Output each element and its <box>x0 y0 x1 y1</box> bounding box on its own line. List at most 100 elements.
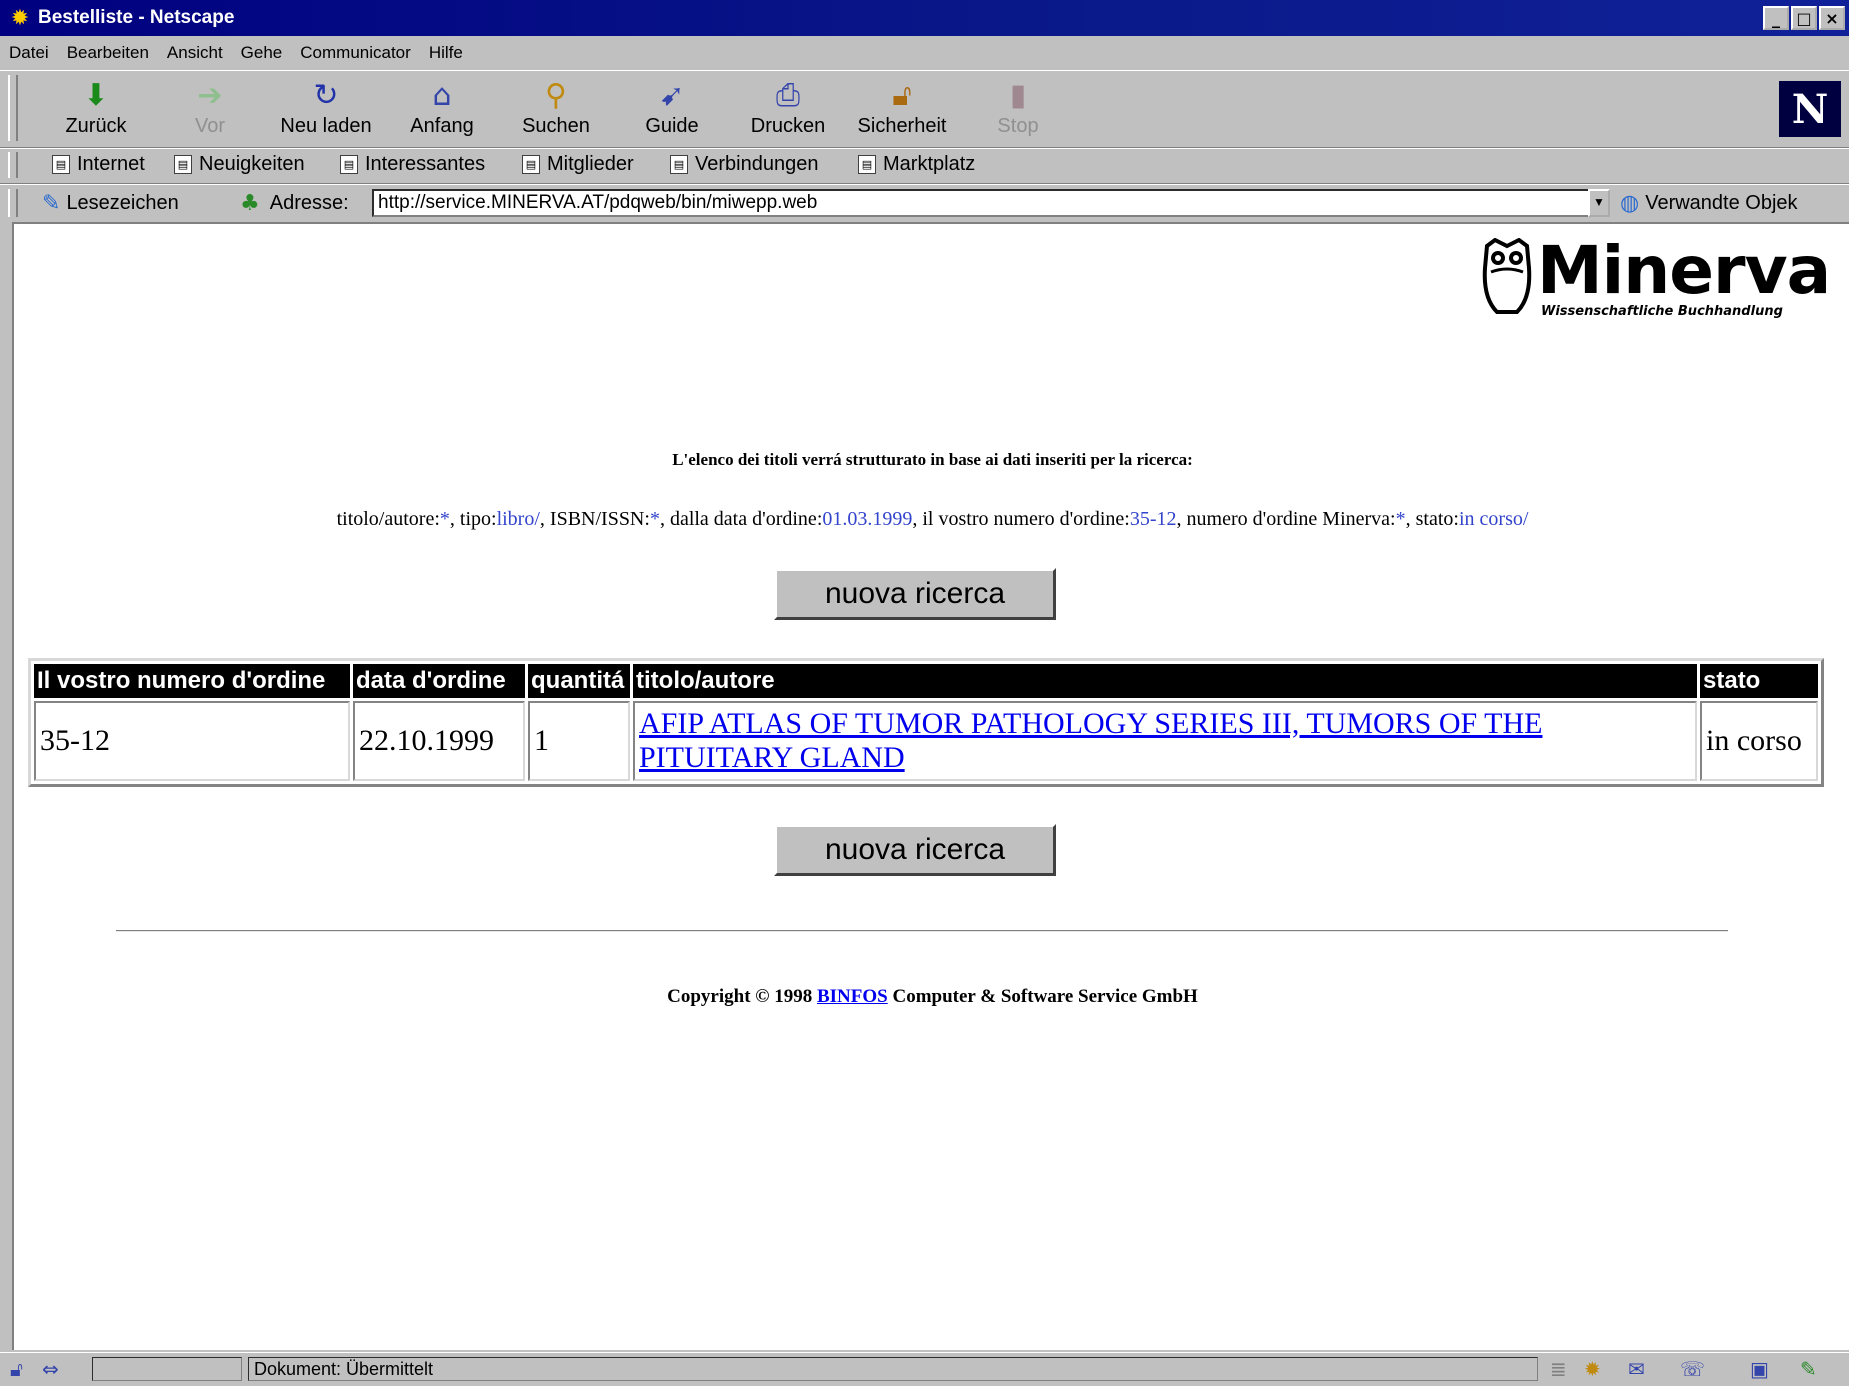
netscape-app-icon[interactable]: ✹ <box>8 6 32 30</box>
criteria-label: ISBN/ISSN: <box>549 508 650 530</box>
connection-status-icon: ⇔ <box>42 1357 59 1381</box>
title-link[interactable]: AFIP ATLAS OF TUMOR PATHOLOGY SERIES III… <box>639 707 1542 774</box>
personal-toolbar: ▤ Internet ▤ Neuigkeiten ▤ Interessantes ▤ M… <box>0 148 1849 184</box>
bookmarks-button[interactable]: ✎ Lesezeichen <box>42 191 179 216</box>
security-button[interactable]: 🔓︎ Sicherheit <box>852 77 952 138</box>
status-text: Dokument: Übermittelt <box>254 1359 434 1379</box>
url-dropdown-button[interactable]: ▼ <box>1588 189 1610 217</box>
bookmark-icon: ▤ <box>522 155 540 174</box>
lock-icon: 🔓︎ <box>892 78 912 113</box>
security-status-icon[interactable]: 🔓︎ <box>10 1357 23 1381</box>
reload-label: Neu laden <box>280 115 372 137</box>
bookmark-verbindungen[interactable]: ▤ Verbindungen <box>670 153 818 176</box>
address-label: Adresse: <box>269 192 349 214</box>
col-order-number: Il vostro numero d'ordine <box>34 664 350 698</box>
menu-hilfe[interactable]: Hilfe <box>420 43 472 63</box>
mail-icon[interactable]: ✉ <box>1628 1357 1645 1381</box>
forward-label: Vor <box>194 115 226 137</box>
bookmarks-icon: ✎ <box>42 191 61 216</box>
criteria-label: il vostro numero d'ordine: <box>922 508 1130 530</box>
search-icon: ⚲ <box>545 78 567 113</box>
bookmark-internet[interactable]: ▤ Internet <box>52 153 145 176</box>
new-search-button-bottom[interactable]: nuova ricerca <box>774 824 1056 876</box>
bookmark-mitglieder[interactable]: ▤ Mitglieder <box>522 153 634 176</box>
url-field[interactable]: http://service.MINERVA.AT/pdqweb/bin/miw… <box>372 189 1590 217</box>
minimize-button[interactable]: _ <box>1763 6 1789 30</box>
print-label: Drucken <box>750 115 826 137</box>
menu-communicator[interactable]: Communicator <box>291 43 420 63</box>
chevron-down-icon: ▼ <box>1593 195 1605 209</box>
bookmark-icon: ▤ <box>858 155 876 174</box>
criteria-value: libro/ <box>496 508 540 530</box>
bookmark-label: Marktplatz <box>883 153 976 175</box>
criteria-value: 01.03.1999 <box>822 508 913 530</box>
results-intro: L'elenco dei titoli verrá strutturato in… <box>672 450 1193 469</box>
menu-datei[interactable]: Datei <box>0 43 58 63</box>
criteria-separator: , <box>659 508 670 530</box>
location-toolbar: ✎ Lesezeichen ♣ Adresse: http://service.… <box>0 184 1849 221</box>
bookmarks-label: Lesezeichen <box>66 192 179 214</box>
toolbar-grip[interactable] <box>8 189 18 217</box>
bookmark-interessantes[interactable]: ▤ Interessantes <box>340 153 485 176</box>
bookmark-marktplatz[interactable]: ▤ Marktplatz <box>858 153 975 176</box>
bookmark-label: Mitglieder <box>547 153 634 175</box>
menu-bearbeiten[interactable]: Bearbeiten <box>58 43 158 63</box>
home-button[interactable]: ⌂ Anfang <box>392 77 492 138</box>
forward-button[interactable]: ➔ Vor <box>160 77 260 138</box>
back-button[interactable]: ⬇ Zurück <box>46 77 146 138</box>
composer-icon[interactable]: ▣ <box>1750 1357 1769 1381</box>
maximize-button[interactable]: □ <box>1791 6 1817 30</box>
component-bar-grip-icon[interactable]: ≣ <box>1550 1357 1567 1381</box>
criteria-label: tipo: <box>459 508 497 530</box>
bookmark-icon: ▤ <box>340 155 358 174</box>
bookmark-label: Neuigkeiten <box>199 153 305 175</box>
menu-gehe[interactable]: Gehe <box>232 43 292 63</box>
close-button[interactable]: × <box>1819 6 1845 30</box>
stop-button[interactable]: ▮ Stop <box>968 77 1068 138</box>
logo-wordmark: Minerva <box>1537 232 1831 309</box>
guide-button[interactable]: ➹ Guide <box>622 77 722 138</box>
guide-icon: ➹ <box>659 78 685 113</box>
col-status: stato <box>1700 664 1818 698</box>
criteria-value: in corso/ <box>1458 508 1529 530</box>
window-title-bar[interactable]: ✹ Bestelliste - Netscape _ □ × <box>0 0 1849 36</box>
window-title: Bestelliste - Netscape <box>38 7 235 28</box>
copyright-prefix: Copyright © 1998 <box>667 986 817 1007</box>
reload-button[interactable]: ↻ Neu laden <box>276 77 376 138</box>
title-author-cell: AFIP ATLAS OF TUMOR PATHOLOGY SERIES III… <box>633 701 1697 781</box>
criteria-value: * <box>649 508 660 530</box>
criteria-separator: , <box>1405 508 1416 530</box>
page-content[interactable]: Minerva Wissenschaftliche Buchhandlung L… <box>12 222 1849 1350</box>
copyright-notice: Copyright © 1998 BINFOS Computer & Softw… <box>14 986 1849 1008</box>
new-search-button-top[interactable]: nuova ricerca <box>774 568 1056 620</box>
criteria-separator: , <box>539 508 550 530</box>
netscape-logo[interactable]: N <box>1779 81 1841 137</box>
criteria-value: * <box>439 508 450 530</box>
criteria-separator: , <box>912 508 923 530</box>
navigator-icon[interactable]: ✹ <box>1584 1357 1601 1381</box>
menu-ansicht[interactable]: Ansicht <box>158 43 232 63</box>
bookmark-neuigkeiten[interactable]: ▤ Neuigkeiten <box>174 153 305 176</box>
print-button[interactable]: ⎙ Drucken <box>738 77 838 138</box>
security-label: Sicherheit <box>857 115 947 137</box>
back-arrow-icon: ⬇ <box>83 78 109 113</box>
home-label: Anfang <box>410 115 474 137</box>
search-button[interactable]: ⚲ Suchen <box>506 77 606 138</box>
toolbar-grip[interactable] <box>8 152 18 178</box>
table-header-row: Il vostro numero d'ordine data d'ordine … <box>34 664 1818 698</box>
edit-icon[interactable]: ✎ <box>1800 1357 1817 1381</box>
page-proxy-icon[interactable]: ♣ <box>240 191 260 216</box>
criteria-separator: , <box>1176 508 1187 530</box>
binfos-link[interactable]: BINFOS <box>817 986 888 1007</box>
criteria-label: dalla data d'ordine: <box>669 508 823 530</box>
menu-bar: Datei Bearbeiten Ansicht Gehe Communicat… <box>0 38 1849 68</box>
criteria-label: titolo/autore: <box>336 508 440 530</box>
criteria-value: * <box>1395 508 1406 530</box>
related-globe-icon: ◍ <box>1620 191 1640 216</box>
discussion-icon[interactable]: ☏ <box>1680 1357 1705 1381</box>
navigation-toolbar: ⬇ Zurück ➔ Vor ↻ Neu laden ⌂ Anfang ⚲ Su… <box>0 70 1849 148</box>
guide-label: Guide <box>645 115 699 137</box>
toolbar-grip[interactable] <box>8 75 18 141</box>
related-objects-button[interactable]: ◍ Verwandte Objek <box>1620 191 1798 216</box>
status-cell: in corso <box>1700 701 1818 781</box>
